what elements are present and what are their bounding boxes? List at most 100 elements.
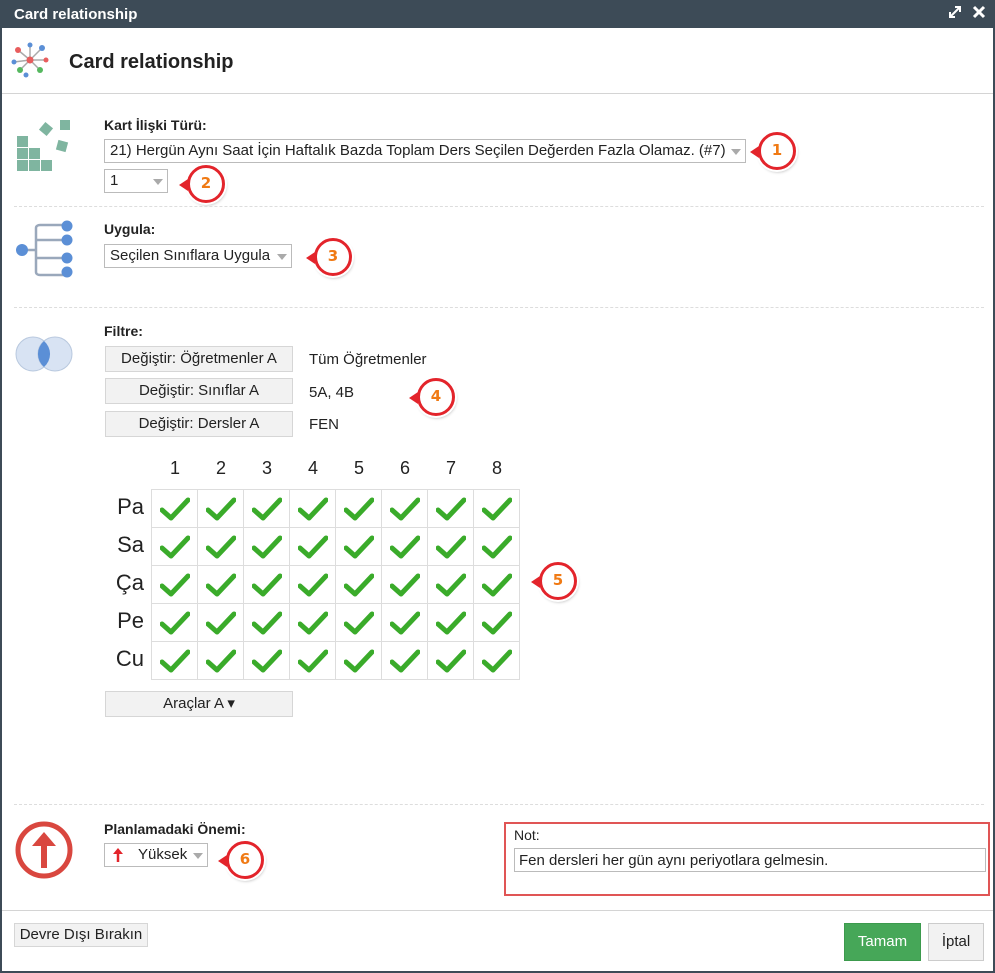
grid-row — [151, 565, 520, 604]
grid-cell[interactable] — [197, 603, 244, 642]
network-graph-icon — [11, 42, 49, 78]
grid-cell[interactable] — [381, 603, 428, 642]
grid-cell[interactable] — [151, 489, 198, 528]
checkmark-icon — [481, 573, 512, 596]
checkmark-icon — [343, 649, 374, 672]
grid-cell[interactable] — [381, 489, 428, 528]
callout-badge-1: 1 — [750, 132, 796, 170]
grid-column-header[interactable]: 5 — [336, 458, 382, 479]
grid-column-header[interactable]: 7 — [428, 458, 474, 479]
grid-cell[interactable] — [427, 603, 474, 642]
grid-cell[interactable] — [335, 641, 382, 680]
subjects-filter-value: FEN — [309, 416, 339, 433]
grid-row-header[interactable]: Pa — [104, 494, 144, 520]
grid-cell[interactable] — [335, 489, 382, 528]
grid-cell[interactable] — [151, 565, 198, 604]
change-subjects-button[interactable]: Değiştir: Dersler A — [105, 411, 293, 437]
grid-cell[interactable] — [243, 641, 290, 680]
grid-row-header[interactable]: Pe — [104, 608, 144, 634]
grid-cell[interactable] — [197, 565, 244, 604]
grid-cell[interactable] — [427, 527, 474, 566]
checkmark-icon — [435, 573, 466, 596]
checkmark-icon — [435, 497, 466, 520]
disable-button[interactable]: Devre Dışı Bırakın — [14, 923, 148, 947]
grid-cell[interactable] — [243, 603, 290, 642]
grid-cell[interactable] — [381, 565, 428, 604]
relation-type-value: 21) Hergün Aynı Saat İçin Haftalık Bazda… — [110, 142, 726, 159]
grid-cell[interactable] — [335, 527, 382, 566]
grid-cell[interactable] — [243, 527, 290, 566]
grid-cell[interactable] — [197, 527, 244, 566]
grid-row-header[interactable]: Ça — [104, 570, 144, 596]
checkmark-icon — [205, 573, 236, 596]
page-title: Card relationship — [69, 51, 234, 73]
relation-type-label: Kart İlişki Türü: — [104, 117, 207, 133]
checkmark-icon — [205, 649, 236, 672]
checkmark-icon — [343, 573, 374, 596]
grid-row-header[interactable]: Cu — [104, 646, 144, 672]
checkmark-icon — [297, 611, 328, 634]
grid-row-header[interactable]: Sa — [104, 532, 144, 558]
grid-cell[interactable] — [381, 527, 428, 566]
chevron-down-icon — [193, 853, 203, 859]
relation-value-select[interactable]: 1 — [104, 169, 168, 193]
grid-cell[interactable] — [427, 565, 474, 604]
grid-cell[interactable] — [473, 489, 520, 528]
grid-cell[interactable] — [335, 603, 382, 642]
window-titlebar: Card relationship — [2, 2, 993, 28]
grid-cell[interactable] — [473, 603, 520, 642]
grid-cell[interactable] — [473, 565, 520, 604]
callout-badge-2: 2 — [179, 165, 225, 203]
grid-cell[interactable] — [473, 527, 520, 566]
grid-cell[interactable] — [289, 641, 336, 680]
apply-select[interactable]: Seçilen Sınıflara Uygula — [104, 244, 292, 268]
note-panel: Not: — [504, 822, 990, 896]
checkmark-icon — [297, 535, 328, 558]
grid-cell[interactable] — [289, 565, 336, 604]
grid-column-header[interactable]: 4 — [290, 458, 336, 479]
grid-column-header[interactable]: 1 — [152, 458, 198, 479]
grid-cell[interactable] — [381, 641, 428, 680]
importance-select[interactable]: Yüksek — [104, 843, 208, 867]
chevron-down-icon — [153, 179, 163, 185]
checkmark-icon — [205, 611, 236, 634]
checkmark-icon — [481, 649, 512, 672]
cancel-button[interactable]: İptal — [928, 923, 984, 961]
grid-cell[interactable] — [151, 603, 198, 642]
grid-cell[interactable] — [197, 489, 244, 528]
grid-cell[interactable] — [243, 489, 290, 528]
grid-column-header[interactable]: 3 — [244, 458, 290, 479]
importance-value: Yüksek — [138, 846, 188, 863]
ok-button[interactable]: Tamam — [844, 923, 921, 961]
maximize-icon[interactable] — [947, 5, 963, 23]
checkmark-icon — [343, 611, 374, 634]
checkmark-icon — [343, 497, 374, 520]
grid-cell[interactable] — [427, 641, 474, 680]
relation-type-select[interactable]: 21) Hergün Aynı Saat İçin Haftalık Bazda… — [104, 139, 746, 163]
grid-cell[interactable] — [151, 527, 198, 566]
checkmark-icon — [389, 497, 420, 520]
grid-column-header[interactable]: 8 — [474, 458, 520, 479]
note-input[interactable] — [514, 848, 986, 872]
change-classes-button[interactable]: Değiştir: Sınıflar A — [105, 378, 293, 404]
checkmark-icon — [159, 649, 190, 672]
grid-cell[interactable] — [289, 489, 336, 528]
grid-cell[interactable] — [335, 565, 382, 604]
grid-column-header[interactable]: 2 — [198, 458, 244, 479]
grid-cell[interactable] — [473, 641, 520, 680]
grid-column-header[interactable]: 6 — [382, 458, 428, 479]
checkmark-icon — [389, 649, 420, 672]
tools-dropdown-button[interactable]: Araçlar A ▾ — [105, 691, 293, 717]
grid-cell[interactable] — [197, 641, 244, 680]
change-teachers-button[interactable]: Değiştir: Öğretmenler A — [105, 346, 293, 372]
grid-cell[interactable] — [289, 527, 336, 566]
checkmark-icon — [481, 497, 512, 520]
grid-cell[interactable] — [427, 489, 474, 528]
checkmark-icon — [435, 611, 466, 634]
grid-row — [151, 603, 520, 642]
grid-cell[interactable] — [151, 641, 198, 680]
grid-cell[interactable] — [243, 565, 290, 604]
window-title: Card relationship — [14, 6, 138, 23]
close-icon[interactable] — [971, 5, 987, 23]
grid-cell[interactable] — [289, 603, 336, 642]
